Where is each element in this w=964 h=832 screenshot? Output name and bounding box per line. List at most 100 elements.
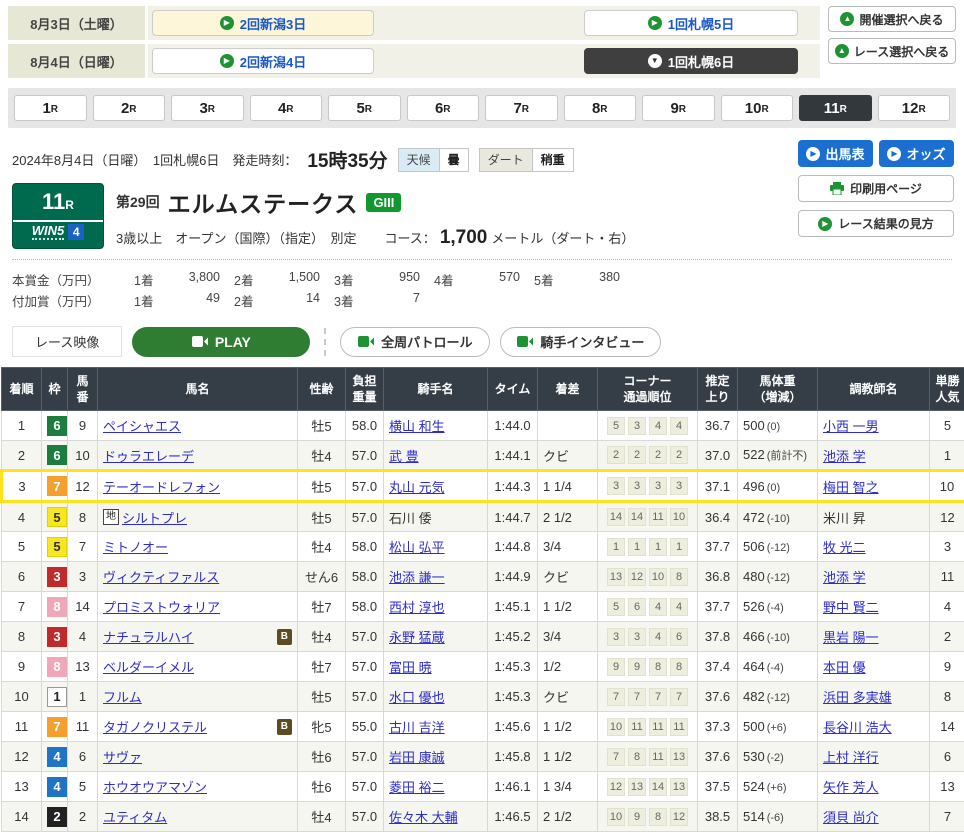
horse-name-link[interactable]: ミトノオー xyxy=(103,537,168,556)
jockey-name-link[interactable]: 横山 和生 xyxy=(389,419,445,434)
cell-body-weight: 500(+6) xyxy=(738,712,818,742)
trainer-name-link[interactable]: 黒岩 陽一 xyxy=(823,630,879,645)
print-page-button[interactable]: 印刷用ページ xyxy=(798,175,954,202)
jockey-name-link[interactable]: 武 豊 xyxy=(389,449,419,464)
body-weight-diff: (+6) xyxy=(767,722,787,734)
trainer-name-link[interactable]: 浜田 多実雄 xyxy=(823,690,892,705)
horse-name-link[interactable]: ナチュラルハイ xyxy=(103,627,194,646)
cell-last-3f: 36.7 xyxy=(698,411,738,441)
corner-position-box: 13 xyxy=(628,778,646,796)
corner-position-box: 2 xyxy=(670,446,688,464)
jockey-name-link[interactable]: 水口 優也 xyxy=(389,690,445,705)
cell-horse-number: 3 xyxy=(68,562,98,592)
patrol-video-button[interactable]: 全周パトロール xyxy=(340,327,490,357)
grade-badge: GIII xyxy=(366,193,401,212)
nav-row-day2: 8月4日（日曜） ▶ 2回新潟4日 ▼ 1回札幌6日 xyxy=(8,44,820,78)
patrol-label: 全周パトロール xyxy=(381,332,472,351)
jockey-name-link[interactable]: 池添 謙一 xyxy=(389,570,445,585)
result-row-horse-13: 9813ベルダーイメル牡757.0富田 暁1:45.31/2998837.446… xyxy=(2,652,964,682)
horse-name-link[interactable]: テーオードレフォン xyxy=(103,477,220,496)
trainer-name-link[interactable]: 梅田 智之 xyxy=(823,480,879,495)
trainer-name-link[interactable]: 池添 学 xyxy=(823,570,866,585)
corner-position-box: 13 xyxy=(670,778,688,796)
trainer-name-link[interactable]: 長谷川 浩大 xyxy=(823,720,892,735)
horse-name-link[interactable]: ドゥラエレーデ xyxy=(103,446,194,465)
cell-margin: 2 1/2 xyxy=(538,802,598,832)
race-tab-3r[interactable]: 3R xyxy=(171,95,244,121)
horse-name-link[interactable]: ヴィクティファルス xyxy=(103,567,219,586)
body-weight-diff: (-2) xyxy=(767,752,784,764)
race-tab-4r[interactable]: 4R xyxy=(250,95,323,121)
corner-position-box: 4 xyxy=(670,598,688,616)
sapporo-day5-button[interactable]: ▶ 1回札幌5日 xyxy=(584,10,798,36)
cell-finish-position: 10 xyxy=(2,682,42,712)
niigata-day3-button[interactable]: ▶ 2回新潟3日 xyxy=(152,10,374,36)
cell-sex-age: 牡4 xyxy=(298,622,346,652)
sapporo-day6-button-selected[interactable]: ▼ 1回札幌6日 xyxy=(584,48,798,74)
column-header: 騎手名 xyxy=(384,368,488,411)
jockey-name-link[interactable]: 西村 淳也 xyxy=(389,600,445,615)
cell-sex-age: 牡7 xyxy=(298,652,346,682)
cell-last-3f: 37.6 xyxy=(698,742,738,772)
horse-name-link[interactable]: ユティタム xyxy=(103,807,167,826)
jockey-name-link[interactable]: 丸山 元気 xyxy=(389,480,445,495)
horse-name-link[interactable]: ペイシャエス xyxy=(103,416,181,435)
cell-trainer-name: 浜田 多実雄 xyxy=(818,682,930,712)
odds-button[interactable]: ▶ オッズ xyxy=(879,140,954,167)
horse-name-link[interactable]: タガノクリステル xyxy=(103,717,207,736)
play-button[interactable]: PLAY xyxy=(132,327,310,357)
horse-name-link[interactable]: ホウオウアマゾン xyxy=(103,777,207,796)
cell-finish-position: 7 xyxy=(2,592,42,622)
jockey-name-link[interactable]: 岩田 康誠 xyxy=(389,750,445,765)
jockey-name-link[interactable]: 佐々木 大輔 xyxy=(389,810,458,825)
jockey-name-link[interactable]: 松山 弘平 xyxy=(389,540,445,555)
trainer-name-link[interactable]: 矢作 芳人 xyxy=(823,780,879,795)
race-tab-5r[interactable]: 5R xyxy=(328,95,401,121)
frame-badge: 1 xyxy=(47,687,67,707)
race-tab-2r[interactable]: 2R xyxy=(93,95,166,121)
trainer-name-link[interactable]: 須貝 尚介 xyxy=(823,810,879,825)
shutsuba-button[interactable]: ▶ 出馬表 xyxy=(798,140,873,167)
cell-frame-number: 8 xyxy=(42,652,68,682)
horse-name-link[interactable]: シルトプレ xyxy=(122,508,187,527)
race-tab-9r[interactable]: 9R xyxy=(642,95,715,121)
race-tab-10r[interactable]: 10R xyxy=(721,95,794,121)
cell-corner-positions: 1312108 xyxy=(598,562,698,592)
cell-margin: クビ xyxy=(538,562,598,592)
body-weight-value: 482 xyxy=(743,689,765,704)
trainer-name-link[interactable]: 野中 賢二 xyxy=(823,600,879,615)
jockey-interview-button[interactable]: 騎手インタビュー xyxy=(500,327,661,357)
trainer-name-link[interactable]: 牧 光二 xyxy=(823,540,866,555)
corner-position-box: 14 xyxy=(607,508,625,526)
race-tab-8r[interactable]: 8R xyxy=(564,95,637,121)
jockey-name-link[interactable]: 永野 猛蔵 xyxy=(389,630,445,645)
result-guide-button[interactable]: ▶ レース結果の見方 xyxy=(798,210,954,237)
jockey-name-link[interactable]: 菱田 裕二 xyxy=(389,780,445,795)
blinkers-badge: B xyxy=(277,629,292,645)
niigata-day4-button[interactable]: ▶ 2回新潟4日 xyxy=(152,48,374,74)
jockey-name-link[interactable]: 古川 吉洋 xyxy=(389,720,445,735)
back-to-race-select-button[interactable]: ▲ レース選択へ戻る xyxy=(828,38,956,64)
trainer-name-link[interactable]: 小西 一男 xyxy=(823,419,879,434)
horse-name-link[interactable]: プロミストウォリア xyxy=(103,597,220,616)
corner-position-box: 11 xyxy=(649,718,667,736)
race-tab-6r[interactable]: 6R xyxy=(407,95,480,121)
race-tab-12r[interactable]: 12R xyxy=(878,95,951,121)
trainer-name-link[interactable]: 本田 優 xyxy=(823,660,866,675)
horse-name-link[interactable]: サヴァ xyxy=(103,747,142,766)
jockey-name-link[interactable]: 富田 暁 xyxy=(389,660,432,675)
horse-name-link[interactable]: ベルダーイメル xyxy=(103,657,194,676)
trainer-name-link[interactable]: 上村 洋行 xyxy=(823,750,879,765)
corner-position-box: 8 xyxy=(649,808,667,826)
back-to-kaisai-button[interactable]: ▲ 開催選択へ戻る xyxy=(828,6,956,32)
cell-frame-number: 5 xyxy=(42,532,68,562)
horse-name-link[interactable]: フルム xyxy=(103,687,142,706)
race-tab-1r[interactable]: 1R xyxy=(14,95,87,121)
race-tab-7r[interactable]: 7R xyxy=(485,95,558,121)
race-tab-11r[interactable]: 11R xyxy=(799,95,872,121)
trainer-name-link[interactable]: 池添 学 xyxy=(823,449,866,464)
column-header: 馬番 xyxy=(68,368,98,411)
cell-frame-number: 4 xyxy=(42,772,68,802)
cell-carried-weight: 57.0 xyxy=(346,471,384,502)
body-weight-diff: (前計不) xyxy=(767,450,807,462)
